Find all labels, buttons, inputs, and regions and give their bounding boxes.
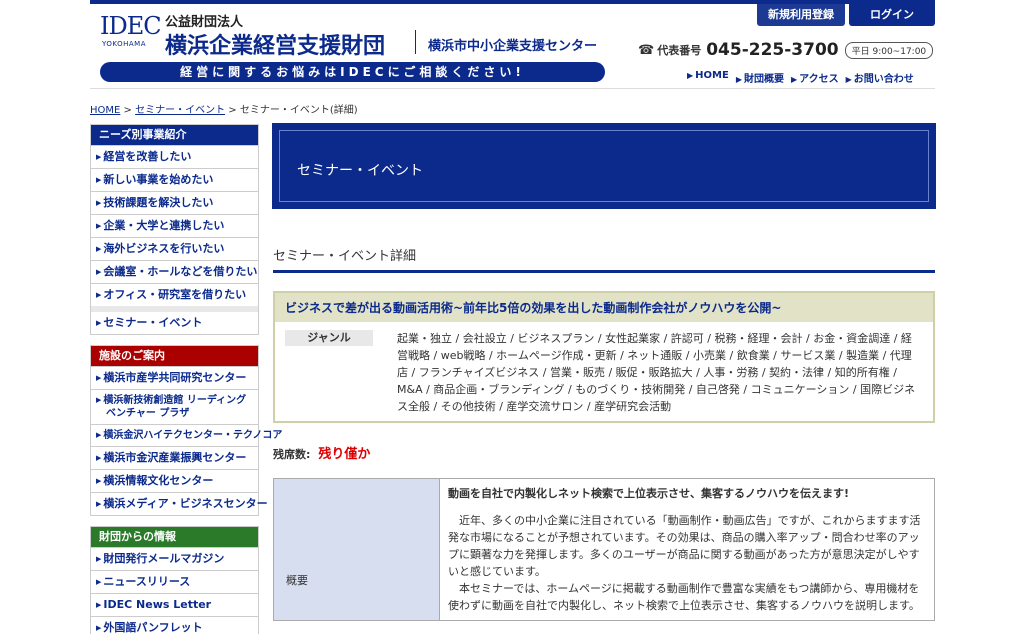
- sidebar-item-hall[interactable]: ▶ 会議室・ホールなどを借りたい: [91, 260, 258, 283]
- event-box: ビジネスで差が出る動画活用術~前年比5倍の効果を出した動画制作会社がノウハウを公…: [273, 291, 935, 423]
- genre-list: 起業・独立 / 会社設立 / ビジネスプラン / 女性起業家 / 許認可 / 税…: [397, 332, 916, 413]
- sidebar: ニーズ別事業紹介 ▶ 経営を改善したい ▶ 新しい事業を始めたい ▶ 技術課題を解決し…: [90, 124, 282, 634]
- sidebar-item-media[interactable]: ▶ 横浜メディア・ビジネスセンター: [91, 492, 268, 515]
- sidebar-item-mailmag[interactable]: ▶ 財団発行メールマガジン: [91, 547, 258, 570]
- triangle-right-icon: ▶: [96, 477, 102, 485]
- breadcrumb-home[interactable]: HOME: [90, 105, 120, 116]
- seats-status: 残席数: 残り僅か: [273, 443, 935, 462]
- register-button[interactable]: 新規利用登録: [757, 4, 845, 26]
- nav-access[interactable]: ▶ アクセス: [791, 70, 839, 85]
- overview-body: 動画を自社で内製化しネット検索で上位表示させ、集客するノウハウを伝えます! 近年…: [440, 479, 934, 620]
- overview-label: 概要: [274, 479, 440, 620]
- triangle-right-icon: ▶: [96, 245, 102, 253]
- breadcrumb-separator: >: [228, 105, 240, 116]
- triangle-right-icon: ▶: [96, 578, 102, 586]
- sidebar-item-improve[interactable]: ▶ 経営を改善したい: [91, 145, 258, 168]
- sidebar-info-group: 財団からの情報 ▶ 財団発行メールマガジン ▶ ニュースリリース ▶ IDEC New…: [90, 526, 259, 634]
- arrow-right-icon: ▶: [790, 75, 798, 84]
- triangle-right-icon: ▶: [96, 319, 102, 327]
- sidebar-item-pamphlet[interactable]: ▶ 外国語パンフレット: [91, 616, 258, 634]
- arrow-right-icon: ▶: [735, 75, 742, 84]
- sidebar-info-heading: 財団からの情報: [91, 527, 258, 547]
- arrow-right-icon: ▶: [845, 75, 852, 84]
- breadcrumb-separator: >: [123, 105, 136, 116]
- catch-banner: 経営に関するお悩みはIDECにご相談ください!: [100, 62, 605, 82]
- triangle-right-icon: ▶: [96, 396, 102, 404]
- breadcrumb-current: セミナー・イベント(詳細): [239, 105, 358, 116]
- triangle-right-icon: ▶: [96, 431, 102, 439]
- seats-label: 残席数:: [273, 448, 311, 461]
- hero-title: セミナー・イベント: [297, 163, 423, 179]
- main-content: セミナー・イベント セミナー・イベント詳細 ビジネスで差が出る動画活用術~前年比…: [272, 123, 936, 621]
- sidebar-item-office[interactable]: ▶ オフィス・研究室を借りたい: [91, 283, 258, 306]
- detail-table: 概要 動画を自社で内製化しネット検索で上位表示させ、集客するノウハウを伝えます!…: [273, 478, 935, 621]
- header-divider: [90, 88, 935, 89]
- phone-icon: ☎: [638, 42, 655, 58]
- overview-paragraph: 近年、多くの中小企業に注目されている「動画制作・動画広告」ですが、これからますま…: [448, 514, 921, 578]
- genre-row: ジャンル 起業・独立 / 会社設立 / ビジネスプラン / 女性起業家 / 許認…: [275, 322, 933, 421]
- nav-about[interactable]: ▶ 財団概要: [736, 70, 784, 85]
- sidebar-needs-group: ニーズ別事業紹介 ▶ 経営を改善したい ▶ 新しい事業を始めたい ▶ 技術課題を解決し…: [90, 124, 259, 335]
- triangle-right-icon: ▶: [96, 500, 102, 508]
- sidebar-item-newsletter[interactable]: ▶ IDEC News Letter: [91, 593, 258, 616]
- phone-label: 代表番号: [657, 44, 702, 57]
- sidebar-item-news[interactable]: ▶ ニュースリリース: [91, 570, 258, 593]
- login-button[interactable]: ログイン: [849, 4, 935, 26]
- sidebar-item-joho[interactable]: ▶ 横浜情報文化センター: [91, 469, 258, 492]
- org-name: 横浜企業経営支援財団: [165, 34, 386, 59]
- triangle-right-icon: ▶: [96, 374, 102, 382]
- org-subtitle: 横浜市中小企業支援センター: [428, 39, 598, 54]
- overview-paragraph: 本セミナーでは、ホームページに掲載する動画制作で豊富な実績をもつ講師から、専用機…: [448, 582, 920, 612]
- idec-logo[interactable]: IDEC YOKOHAMA: [100, 12, 162, 54]
- section-title: セミナー・イベント詳細: [273, 245, 935, 273]
- org-divider: [415, 30, 416, 54]
- phone-hours: 平日 9:00~17:00: [844, 41, 934, 59]
- triangle-right-icon: ▶: [96, 601, 102, 609]
- sidebar-needs-heading: ニーズ別事業紹介: [91, 125, 258, 145]
- sidebar-facility-heading: 施設のご案内: [91, 346, 258, 366]
- top-nav: ▶ HOME ▶ 財団概要 ▶ アクセス ▶ お問い合わせ: [687, 70, 914, 85]
- triangle-right-icon: ▶: [96, 555, 102, 563]
- sidebar-item-collab[interactable]: ▶ 企業・大学と連携したい: [91, 214, 258, 237]
- sidebar-item-technocore[interactable]: ▶ 横浜金沢ハイテクセンター・テクノコア: [91, 424, 282, 446]
- breadcrumb-seminar[interactable]: セミナー・イベント: [135, 105, 225, 116]
- seats-value: 残り僅か: [318, 447, 371, 462]
- phone-info: ☎ 代表番号 045-225-3700 平日 9:00~17:00: [638, 40, 934, 60]
- logo-text: IDEC: [100, 12, 162, 40]
- nav-contact[interactable]: ▶ お問い合わせ: [846, 70, 914, 85]
- sidebar-item-kanazawa[interactable]: ▶ 横浜市金沢産業振興センター: [91, 446, 258, 469]
- triangle-right-icon: ▶: [96, 222, 102, 230]
- phone-number: 045-225-3700: [706, 40, 839, 60]
- event-title: ビジネスで差が出る動画活用術~前年比5倍の効果を出した動画制作会社がノウハウを公…: [275, 293, 933, 322]
- sidebar-facility-group: 施設のご案内 ▶ 横浜市産学共同研究センター ▶ 横浜新技術創造館 リーディング ベ…: [90, 345, 282, 516]
- triangle-right-icon: ▶: [96, 291, 102, 299]
- overview-lead: 動画を自社で内製化しネット検索で上位表示させ、集客するノウハウを伝えます!: [448, 487, 850, 500]
- triangle-right-icon: ▶: [96, 176, 102, 184]
- sidebar-item-overseas[interactable]: ▶ 海外ビジネスを行いたい: [91, 237, 258, 260]
- sidebar-item-new-business[interactable]: ▶ 新しい事業を始めたい: [91, 168, 258, 191]
- sidebar-item-tech[interactable]: ▶ 技術課題を解決したい: [91, 191, 258, 214]
- sidebar-item-sangaku[interactable]: ▶ 横浜市産学共同研究センター: [91, 366, 258, 389]
- sidebar-item-seminar[interactable]: ▶ セミナー・イベント: [91, 306, 258, 334]
- triangle-right-icon: ▶: [96, 624, 102, 632]
- hero-banner: セミナー・イベント: [272, 123, 936, 209]
- logo-subtext: YOKOHAMA: [102, 40, 147, 48]
- triangle-right-icon: ▶: [96, 199, 102, 207]
- sidebar-item-leading-venture[interactable]: ▶ 横浜新技術創造館 リーディング ベンチャー プラザ: [91, 389, 258, 424]
- triangle-right-icon: ▶: [96, 153, 102, 161]
- triangle-right-icon: ▶: [96, 454, 102, 462]
- genre-label: ジャンル: [285, 330, 373, 346]
- arrow-right-icon: ▶: [687, 71, 694, 80]
- breadcrumb: HOME > セミナー・イベント > セミナー・イベント(詳細): [90, 101, 358, 116]
- triangle-right-icon: ▶: [96, 268, 102, 276]
- nav-home[interactable]: ▶ HOME: [687, 70, 729, 85]
- page: IDEC YOKOHAMA 公益財団法人 横浜企業経営支援財団 横浜市中小企業支…: [90, 0, 936, 634]
